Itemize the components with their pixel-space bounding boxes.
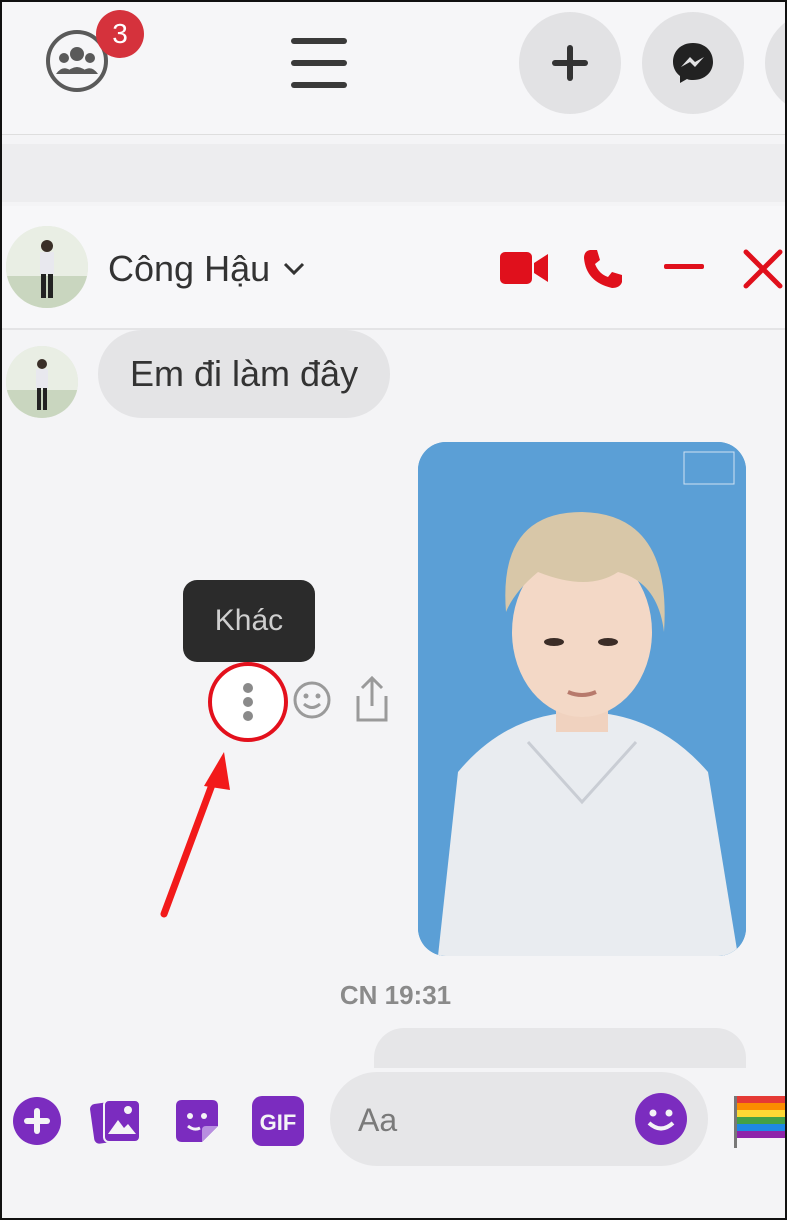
message-input[interactable] <box>356 1072 640 1168</box>
add-circle-icon[interactable] <box>12 1096 62 1146</box>
contact-name: Công Hậu <box>108 248 271 289</box>
chat-window: Công Hậu Em đi làm đây Khác CN 19:31 <box>2 206 785 1218</box>
chevron-down-icon <box>284 262 305 276</box>
emoji-icon[interactable] <box>634 1092 688 1146</box>
annotation-arrow <box>160 752 230 918</box>
screenshot-frame: 3 Công Hậu Em đi làm đây Khác CN 19:31 G… <box>0 0 787 1220</box>
create-button[interactable] <box>519 12 621 114</box>
message-input-container <box>330 1072 708 1168</box>
top-bar: 3 <box>2 2 785 135</box>
photo-gallery-icon[interactable] <box>90 1094 142 1146</box>
stories-strip <box>2 144 785 202</box>
more-options-button[interactable] <box>208 662 288 742</box>
sticker-icon[interactable] <box>172 1096 222 1146</box>
message-text: Em đi làm đây <box>130 353 359 394</box>
video-call-icon[interactable] <box>500 252 548 284</box>
phone-call-icon[interactable] <box>582 248 624 290</box>
vertical-dots-icon <box>243 683 253 721</box>
messenger-button[interactable] <box>642 12 744 114</box>
minimize-icon[interactable] <box>664 264 704 270</box>
quick-reaction-flag-icon[interactable] <box>732 1092 785 1148</box>
react-emoji-icon[interactable] <box>292 680 332 720</box>
plus-icon <box>552 45 588 81</box>
gif-icon[interactable]: GIF <box>252 1096 304 1146</box>
svg-text:GIF: GIF <box>260 1110 297 1135</box>
notification-badge: 3 <box>96 10 144 58</box>
contact-name-button[interactable]: Công Hậu <box>108 248 306 290</box>
share-icon[interactable] <box>354 676 390 724</box>
more-topbar-button[interactable] <box>765 12 785 114</box>
incoming-message-bubble[interactable]: Em đi làm đây <box>98 330 391 418</box>
chat-header: Công Hậu <box>2 206 785 330</box>
outgoing-message-bubble[interactable] <box>374 1028 746 1068</box>
messenger-icon <box>673 43 713 83</box>
close-icon[interactable] <box>742 248 784 290</box>
message-sender-avatar <box>6 346 78 418</box>
sent-photo[interactable] <box>418 442 746 956</box>
hamburger-menu-icon[interactable] <box>291 38 347 90</box>
contact-avatar[interactable] <box>6 226 88 308</box>
message-timestamp: CN 19:31 <box>339 980 452 1010</box>
more-tooltip: Khác <box>183 580 315 662</box>
